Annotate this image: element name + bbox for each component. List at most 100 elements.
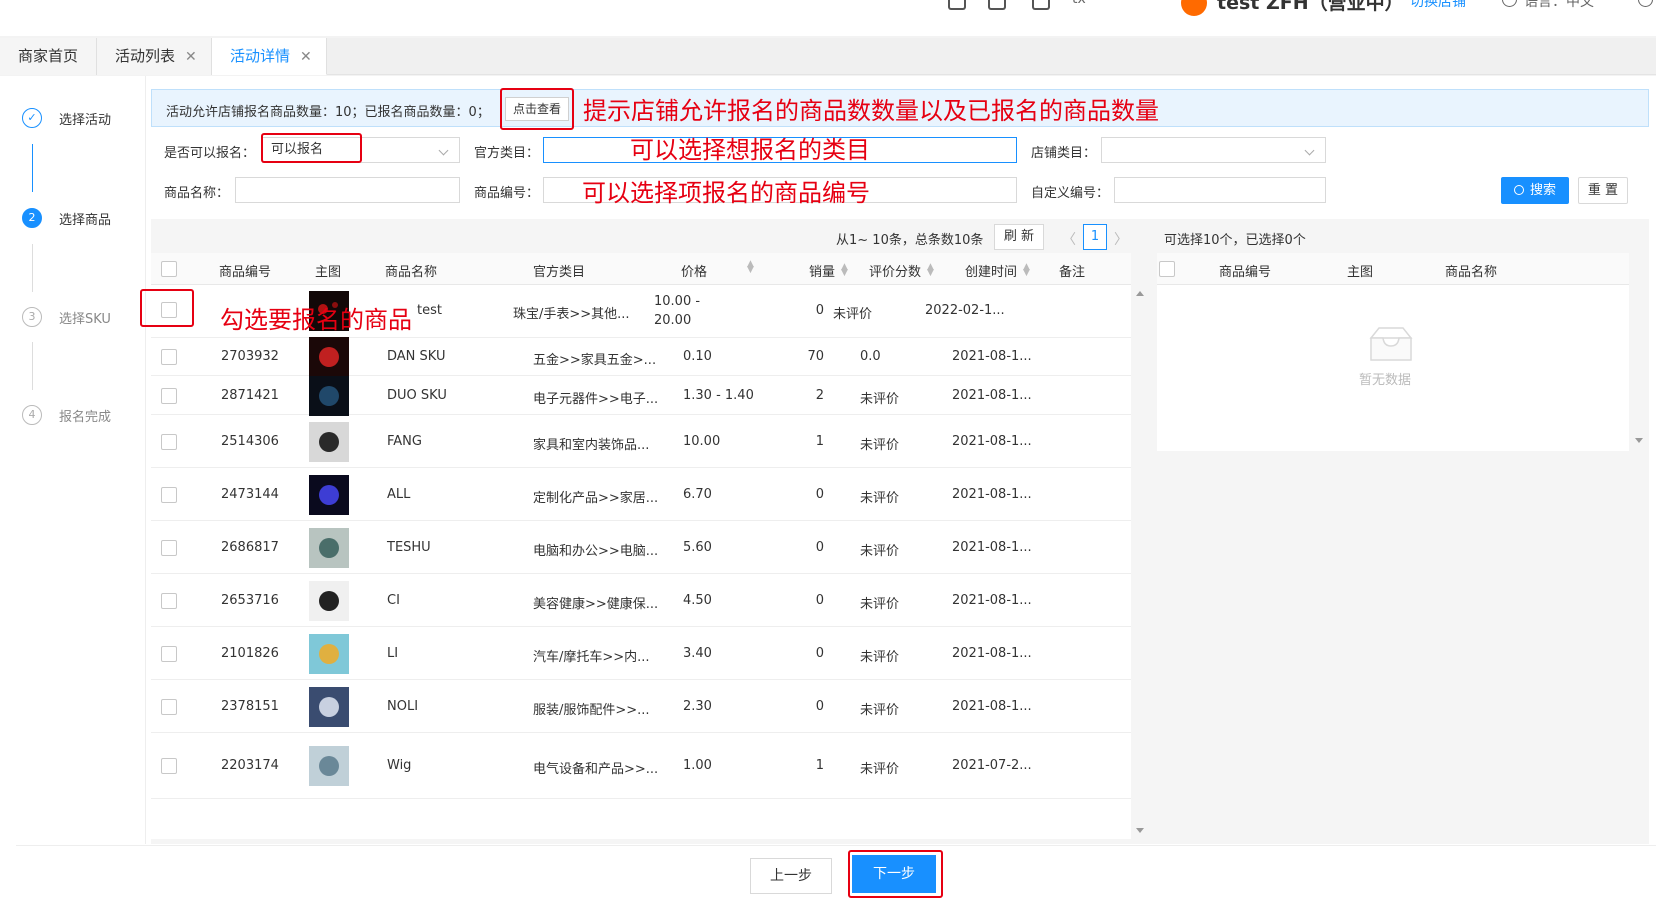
product-category: 定制化产品>>家居... <box>533 491 659 506</box>
col-code: 商品编号 <box>1219 265 1272 280</box>
message-icon[interactable] <box>988 0 1006 10</box>
previous-step-button[interactable]: 上一步 <box>750 858 832 894</box>
product-created: 2021-08-1... <box>952 434 1032 449</box>
product-rating: 未评价 <box>860 597 900 612</box>
product-created: 2022-02-1... <box>925 303 1005 318</box>
product-created: 2021-08-1... <box>952 540 1032 555</box>
search-icon <box>1513 185 1524 195</box>
col-sales[interactable]: 销量 ▲ ▼ <box>809 261 848 281</box>
row-checkbox[interactable] <box>161 487 177 503</box>
table-row[interactable]: 2101826 LI 汽车/摩托车>>内... 3.40 0 未评价 2021-08-1..… <box>151 627 1131 680</box>
table-row[interactable]: 2703932 DAN SKU 五金>>家具五金>... 0.10 70 0.0 2021-… <box>151 337 1131 377</box>
product-sales: 1 <box>815 758 824 773</box>
product-code: 2653716 <box>221 593 279 608</box>
sort-icon: ▲ ▼ <box>841 262 848 278</box>
step-connector <box>32 144 33 192</box>
product-code-label: 商品编号： <box>474 186 540 201</box>
refresh-button[interactable]: 刷 新 <box>994 224 1044 250</box>
select-all-checkbox[interactable] <box>1159 261 1175 277</box>
row-checkbox[interactable] <box>161 434 177 450</box>
product-name: DAN SKU <box>387 349 446 364</box>
product-category: 电气设备和产品>>... <box>533 762 659 777</box>
table-row[interactable]: 2653716 CI 美容健康>>健康保... 4.50 0 未评价 2021-08-1..… <box>151 574 1131 627</box>
table-row[interactable]: 2686817 TESHU 电脑和办公>>电脑... 5.60 0 未评价 2021-08-… <box>151 521 1131 574</box>
col-remark: 备注 <box>1059 265 1086 280</box>
product-rating: 未评价 <box>860 544 900 559</box>
col-rating[interactable]: 评价分数 ▲ ▼ <box>869 261 934 281</box>
help-icon[interactable] <box>1638 0 1653 7</box>
annotation-box <box>848 850 943 898</box>
col-price-label: 价格 <box>681 265 708 280</box>
col-price[interactable]: 价格 <box>681 261 707 280</box>
custom-code-input[interactable] <box>1114 177 1326 203</box>
notice-text: 活动允许店铺报名商品数量：10；已报名商品数量：0； <box>166 105 490 120</box>
table-row[interactable]: 2514306 FANG 家具和室内装饰品... 10.00 1 未评价 2021-08-1… <box>151 415 1131 468</box>
next-page-icon[interactable]: 〉 <box>1114 229 1128 249</box>
pagination: 从1~ 10条，总条数10条 刷 新 〈 1 〉 可选择10个，已选择0个 <box>0 219 1656 255</box>
tab-merchant-home[interactable]: 商家首页 <box>0 38 97 75</box>
table-row[interactable]: 2473144 ALL 定制化产品>>家居... 6.70 0 未评价 2021-08-1.… <box>151 468 1131 521</box>
chevron-down-icon <box>1304 145 1315 156</box>
product-name: DUO SKU <box>387 388 447 403</box>
notification-icon[interactable] <box>948 0 966 10</box>
shop-category-select[interactable] <box>1101 137 1326 163</box>
product-sales: 0 <box>815 303 824 318</box>
row-checkbox[interactable] <box>161 646 177 662</box>
product-price: 20.00 <box>654 313 692 328</box>
shop-category-label: 店铺类目： <box>1031 146 1097 161</box>
close-icon[interactable]: ✕ <box>185 49 197 65</box>
product-created: 2021-08-1... <box>952 593 1032 608</box>
switch-shop-link[interactable]: 切换店铺 <box>1410 0 1466 11</box>
product-sales: 0 <box>815 540 824 555</box>
product-thumbnail <box>309 528 349 568</box>
download-icon[interactable] <box>1032 0 1050 10</box>
product-price: 3.40 <box>683 646 712 661</box>
page-number[interactable]: 1 <box>1083 224 1107 250</box>
product-thumbnail <box>309 337 349 377</box>
table-row[interactable]: 2871421 DUO SKU 电子元器件>>电子... 1.30 - 1.40 2 未评… <box>151 376 1131 416</box>
select-all-checkbox[interactable] <box>161 261 177 277</box>
prev-page-icon[interactable]: 〈 <box>1062 229 1076 249</box>
col-created[interactable]: 创建时间 ▲ ▼ <box>965 261 1030 281</box>
row-checkbox[interactable] <box>161 540 177 556</box>
empty-box-icon <box>1369 327 1413 361</box>
step-number: 3 <box>22 307 42 327</box>
row-checkbox[interactable] <box>161 349 177 365</box>
product-created: 2021-08-1... <box>952 487 1032 502</box>
product-name-label: 商品名称： <box>164 186 230 201</box>
col-name: 商品名称 <box>1445 265 1498 280</box>
row-checkbox[interactable] <box>161 593 177 609</box>
product-price: 6.70 <box>683 487 712 502</box>
can-enroll-label: 是否可以报名： <box>164 146 256 161</box>
row-checkbox[interactable] <box>161 758 177 774</box>
sort-icon[interactable]: ▲ ▼ <box>741 260 754 277</box>
product-sales: 0 <box>815 487 824 502</box>
product-price: 10.00 - <box>654 294 701 309</box>
product-created: 2021-08-1... <box>952 646 1032 661</box>
tab-activity-list[interactable]: 活动列表 ✕ <box>97 38 212 75</box>
table-header: 商品编号 主图 商品名称 <box>1157 253 1629 285</box>
sort-icon: ▲ ▼ <box>927 262 934 278</box>
step-label: 报名完成 <box>59 409 112 425</box>
table-scrollbar[interactable] <box>1131 285 1149 839</box>
table-row[interactable]: 2378151 NOLI 服装/服饰配件>>... 2.30 0 未评价 2021-08-1… <box>151 680 1131 733</box>
product-table: 商品编号 主图 商品名称 官方类目 价格 ▲ ▼ 销量 ▲ ▼ 评价分数 ▲ ▼ 创建时间… <box>151 253 1131 839</box>
step-enroll-complete: 4 报名完成 <box>22 405 111 425</box>
product-category: 美容健康>>健康保... <box>533 597 659 612</box>
product-name: ALL <box>387 487 411 502</box>
step-select-sku: 3 选择SKU <box>22 307 111 327</box>
official-category-label: 官方类目： <box>474 146 540 161</box>
tab-activity-detail[interactable]: 活动详情 ✕ <box>212 38 327 75</box>
language-selector[interactable]: 语言：中文 <box>1524 0 1594 11</box>
table-row[interactable]: 2203174 Wig 电气设备和产品>>... 1.00 1 未评价 2021-07-2.… <box>151 733 1131 799</box>
search-button[interactable]: 搜索 <box>1501 177 1569 204</box>
row-checkbox[interactable] <box>161 388 177 404</box>
selected-table-scrollbar[interactable] <box>1629 285 1649 451</box>
reset-button[interactable]: 重 置 <box>1578 177 1628 204</box>
row-checkbox[interactable] <box>161 699 177 715</box>
product-name-input[interactable] <box>235 177 460 203</box>
close-icon[interactable]: ✕ <box>300 49 312 65</box>
step-connector <box>32 342 33 390</box>
search-label: 搜索 <box>1529 183 1556 198</box>
col-code: 商品编号 <box>219 265 272 280</box>
